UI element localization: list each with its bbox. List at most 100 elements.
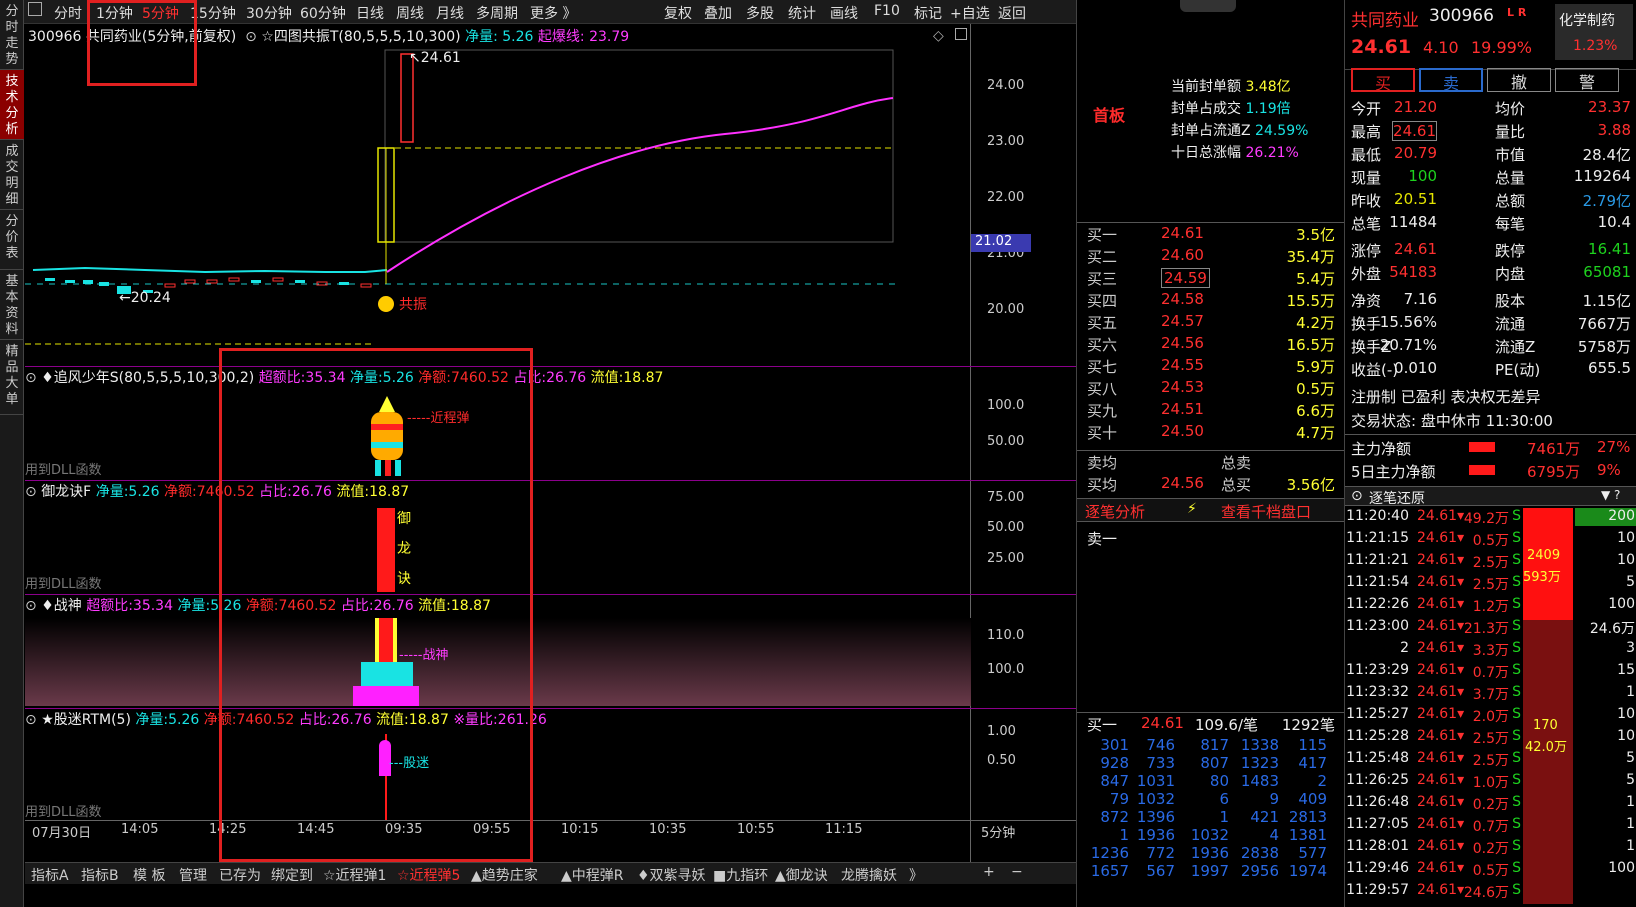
trade-volume: 0.7万 [1472, 819, 1509, 835]
tab-qszj[interactable]: ▲趋势庄家 [471, 865, 538, 884]
tab-fenjia[interactable]: 分价表 [0, 210, 24, 270]
tab-szxy[interactable]: ♦双紫寻妖 [637, 865, 706, 884]
check-icon[interactable]: ⊙ [25, 484, 37, 500]
zbfx-title[interactable]: 逐笔分析 [1085, 501, 1145, 522]
tool-fuquan[interactable]: 复权 [664, 3, 692, 23]
period-fenshi[interactable]: 分时 [54, 3, 82, 23]
tab-jcd5[interactable]: ☆近程弹5 [397, 865, 460, 884]
bid-price[interactable]: 24.56 [1161, 334, 1204, 352]
trade-side: S [1512, 662, 1521, 678]
bid-price[interactable]: 24.51 [1161, 400, 1204, 418]
collapse-icon[interactable]: ⊙ [1351, 488, 1363, 504]
avg-label: 总买 [1221, 476, 1252, 494]
zl-label: 5日主力净额 [1351, 463, 1436, 481]
period-week[interactable]: 周线 [396, 3, 424, 23]
panel3-name[interactable]: ♦战神 [41, 598, 82, 614]
tab-zcd[interactable]: ▲中程弹R [561, 865, 624, 884]
buy-button[interactable]: 买 [1351, 68, 1415, 93]
sell-button[interactable]: 卖 [1419, 68, 1483, 93]
alert-button[interactable]: 警 [1555, 68, 1619, 92]
check-icon[interactable]: ⊙ [25, 712, 37, 728]
avg-label: 总卖 [1221, 454, 1252, 472]
trade-price: 24.61▾ [1417, 750, 1465, 766]
tab-jishu[interactable]: 技术分析 [0, 70, 24, 140]
trades-title[interactable]: 逐笔还原 [1369, 488, 1425, 508]
right-column: 200 10 10 5 100 24.6万 3 15 1 10 10 5 5 1 1 1 100 [1575, 508, 1636, 904]
tool-zixuan[interactable]: +自选 [950, 3, 990, 23]
period-month[interactable]: 月线 [436, 3, 464, 23]
tab-muban[interactable]: 模 板 [133, 865, 165, 884]
tab-fenshi[interactable]: 分时走势 [0, 0, 24, 70]
diamond-icon[interactable]: ◇ [933, 28, 944, 44]
quote-value: 20.71% [1379, 336, 1437, 354]
menu-icon[interactable] [28, 2, 42, 16]
tab-guanli[interactable]: 管理 [179, 865, 207, 884]
main-indicator-name[interactable]: ☆四图共振T(80,5,5,5,10,300) [261, 29, 460, 45]
low-label: ←20.24 [119, 290, 171, 306]
avg-label: 买均 [1087, 476, 1118, 494]
zl-pct: 27% [1597, 438, 1631, 456]
bid-price[interactable]: 24.55 [1161, 356, 1204, 374]
volume-cell: 1 [1626, 838, 1635, 854]
tab-yicunwei[interactable]: 已存为 [219, 865, 261, 884]
trade-side: S [1512, 728, 1521, 744]
bid-price[interactable]: 24.58 [1161, 290, 1204, 308]
tab-jingpin[interactable]: 精品大单 [0, 340, 24, 415]
sector-pct: 1.23% [1573, 38, 1618, 54]
check-icon[interactable]: ⊙ [241, 29, 257, 45]
collapse-handle[interactable] [1180, 0, 1236, 12]
tab-ltqy[interactable]: 龙腾擒妖 [841, 865, 897, 884]
tab-ylj[interactable]: ▲御龙诀 [775, 865, 828, 884]
quote-label: 均价 [1495, 100, 1526, 118]
zoom-out-icon[interactable]: − [1011, 864, 1023, 880]
quote-label: 净资 [1351, 292, 1382, 310]
sector-box[interactable]: 化学制药 1.23% [1555, 4, 1633, 60]
panel2-name[interactable]: 御龙诀F [41, 484, 91, 500]
stock-flag: L R [1507, 6, 1527, 19]
zbfx-link[interactable]: 查看千档盘口 [1221, 501, 1311, 522]
tab-zhibiaoB[interactable]: 指标B [81, 865, 119, 884]
period-more[interactable]: 更多 》 [530, 3, 576, 23]
tab-chengjiao[interactable]: 成交明细 [0, 140, 24, 210]
tool-duogu[interactable]: 多股 [746, 3, 774, 23]
period-30min[interactable]: 30分钟 [246, 3, 292, 23]
trade-side: S [1512, 508, 1521, 524]
bid-price[interactable]: 24.59 [1161, 268, 1210, 288]
bid-price[interactable]: 24.60 [1161, 246, 1204, 264]
period-multi[interactable]: 多周期 [476, 3, 518, 23]
bid-price[interactable]: 24.53 [1161, 378, 1204, 396]
tab-zhibiaoA[interactable]: 指标A [31, 865, 69, 884]
bar-volume: 593万 [1523, 570, 1561, 585]
tool-huaxian[interactable]: 画线 [830, 3, 858, 23]
tool-tongji[interactable]: 统计 [788, 3, 816, 23]
period-60min[interactable]: 60分钟 [300, 3, 346, 23]
tab-more[interactable]: 》 [909, 865, 923, 884]
tab-jcd1[interactable]: ☆近程弹1 [323, 865, 386, 884]
tab-bangding[interactable]: 绑定到 [271, 865, 313, 884]
trade-time: 11:28:01 [1346, 838, 1409, 854]
bid-price[interactable]: 24.50 [1161, 422, 1204, 440]
bid-price[interactable]: 24.61 [1161, 224, 1204, 242]
queue-cell: 2 [1317, 772, 1327, 790]
queue-cell: 1997 [1190, 862, 1229, 880]
queue-cell: 746 [1146, 736, 1175, 754]
tool-diejia[interactable]: 叠加 [704, 3, 732, 23]
p3-val: 35.34 [132, 598, 174, 614]
tab-jiben[interactable]: 基本资料 [0, 270, 24, 340]
tool-f10[interactable]: F10 [874, 3, 900, 19]
check-icon[interactable]: ⊙ [25, 370, 37, 386]
p2-lbl: 净量: [95, 484, 129, 500]
panel4-name[interactable]: ★股迷RTM(5) [41, 712, 131, 728]
tool-fanhui[interactable]: 返回 [998, 3, 1026, 23]
tool-biaoji[interactable]: 标记 [914, 3, 942, 23]
tab-jzh[interactable]: ■九指环 [713, 865, 768, 884]
period-day[interactable]: 日线 [356, 3, 384, 23]
bid-price[interactable]: 24.57 [1161, 312, 1204, 330]
filter-icon[interactable]: ▼ ? [1601, 488, 1620, 502]
stock-name: 共同药业 [1351, 11, 1419, 31]
check-icon[interactable]: ⊙ [25, 598, 37, 614]
bid-level: 买二 [1087, 248, 1118, 266]
zoom-in-icon[interactable]: + [983, 864, 995, 880]
cancel-button[interactable]: 撤 [1487, 68, 1551, 92]
window-icon[interactable] [955, 28, 967, 40]
